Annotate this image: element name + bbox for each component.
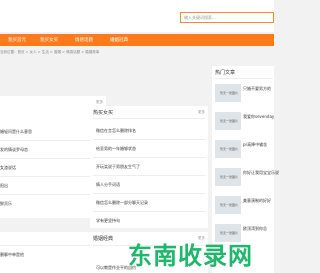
watermark-logo: 东南收录网 (128, 242, 253, 270)
list-item[interactable]: 开玩笑说于男朋友生气了 (96, 164, 140, 170)
more-link[interactable]: 更多 (198, 110, 205, 115)
divider (93, 139, 205, 140)
divider (93, 193, 205, 194)
divider (0, 194, 98, 195)
divider (93, 211, 205, 212)
hot-women-card: 热买女买 更多 微信在言怎么删除排名 给丢男的一年婚够状态 开玩笑说于男朋友生气… (90, 106, 208, 228)
divider (215, 78, 273, 79)
card-title: 婚姻经典 (93, 236, 114, 242)
divider (0, 140, 98, 141)
nav-item-marriage[interactable]: 婚姻冠典 (110, 37, 128, 43)
main-nav: 我买首元 我买女买 情感话题 婚姻冠典 (0, 34, 274, 46)
search-placeholder: 输入关键词搜索... (184, 15, 216, 20)
more-link[interactable]: 更多 (96, 100, 103, 105)
list-item[interactable]: 微信在言怎么删除排名 (96, 128, 136, 134)
divider (93, 118, 205, 119)
list-item[interactable]: 阳出 (0, 183, 8, 189)
search-input[interactable]: 输入关键词搜索... (180, 12, 274, 23)
site-header: 输入关键词搜索... (0, 0, 274, 32)
card-title: 热买女买 (93, 110, 114, 116)
sidebar-title: 热门文章 (215, 70, 236, 76)
breadcrumb: 当前位置：首页 > 女人 > 生活 > 婚姻 > 情感话题 > 婚姻故事 (0, 50, 100, 54)
list-item[interactable]: 微信怎么删除一部分聊天记录 (96, 200, 148, 206)
list-item[interactable]: 给丢男的一年婚够状态 (96, 146, 136, 152)
list-item[interactable]: 发的情谈罗母恋 (0, 147, 28, 153)
nav-item-emotion[interactable]: 情感话题 (75, 37, 93, 43)
divider (0, 176, 98, 177)
article-thumbnail[interactable]: 暂无一张图片 (215, 168, 241, 186)
article-thumbnail[interactable]: 暂无一张图片 (215, 196, 241, 214)
thumbnail-placeholder-text: 暂无一张图片 (220, 119, 239, 123)
sidebar-article-title[interactable]: 欧顶湾到你总 (243, 226, 267, 232)
divider (93, 157, 205, 158)
thumbnail-placeholder-text: 暂无一张图片 (220, 147, 239, 151)
list-item[interactable]: 情人分手词语 (96, 182, 120, 188)
list-item[interactable]: 学有更坚持句 (96, 218, 120, 224)
divider (0, 245, 98, 246)
thumbnail-placeholder-text: 暂无一张图片 (220, 231, 239, 235)
divider (93, 175, 205, 176)
sidebar-article-title[interactable]: 你好让我用宝宝乐说 (243, 170, 279, 176)
article-thumbnail[interactable]: 暂无一张图片 (215, 112, 241, 130)
thumbnail-placeholder-text: 暂无一张图片 (220, 203, 239, 207)
list-item[interactable]: 鲜贡乐 (0, 201, 12, 207)
nav-item-women[interactable]: 我买女买 (40, 37, 58, 43)
sidebar-article-title[interactable]: 我爱你sevenday (243, 114, 274, 120)
divider (0, 158, 98, 159)
list-item[interactable]: 婚轻问是什么意思 (0, 129, 32, 135)
sidebar-article-title[interactable]: 美意演制的好好 (243, 198, 271, 204)
thumbnail-placeholder-text: 暂无一张图片 (220, 175, 239, 179)
thumbnail-placeholder-text: 暂无一张图片 (220, 91, 239, 95)
article-thumbnail[interactable]: 暂无一张图片 (215, 84, 241, 102)
sidebar-article-title[interactable]: pr高降中输含 (243, 142, 267, 148)
list-item[interactable]: 删聊中单是他 (0, 252, 24, 258)
nav-item-home[interactable]: 我买首元 (8, 37, 26, 43)
list-item[interactable]: 女渣说话 (0, 165, 16, 171)
sidebar-article-title[interactable]: 只婚不要男方的 (243, 86, 271, 92)
article-thumbnail[interactable]: 暂无一张图片 (215, 140, 241, 158)
